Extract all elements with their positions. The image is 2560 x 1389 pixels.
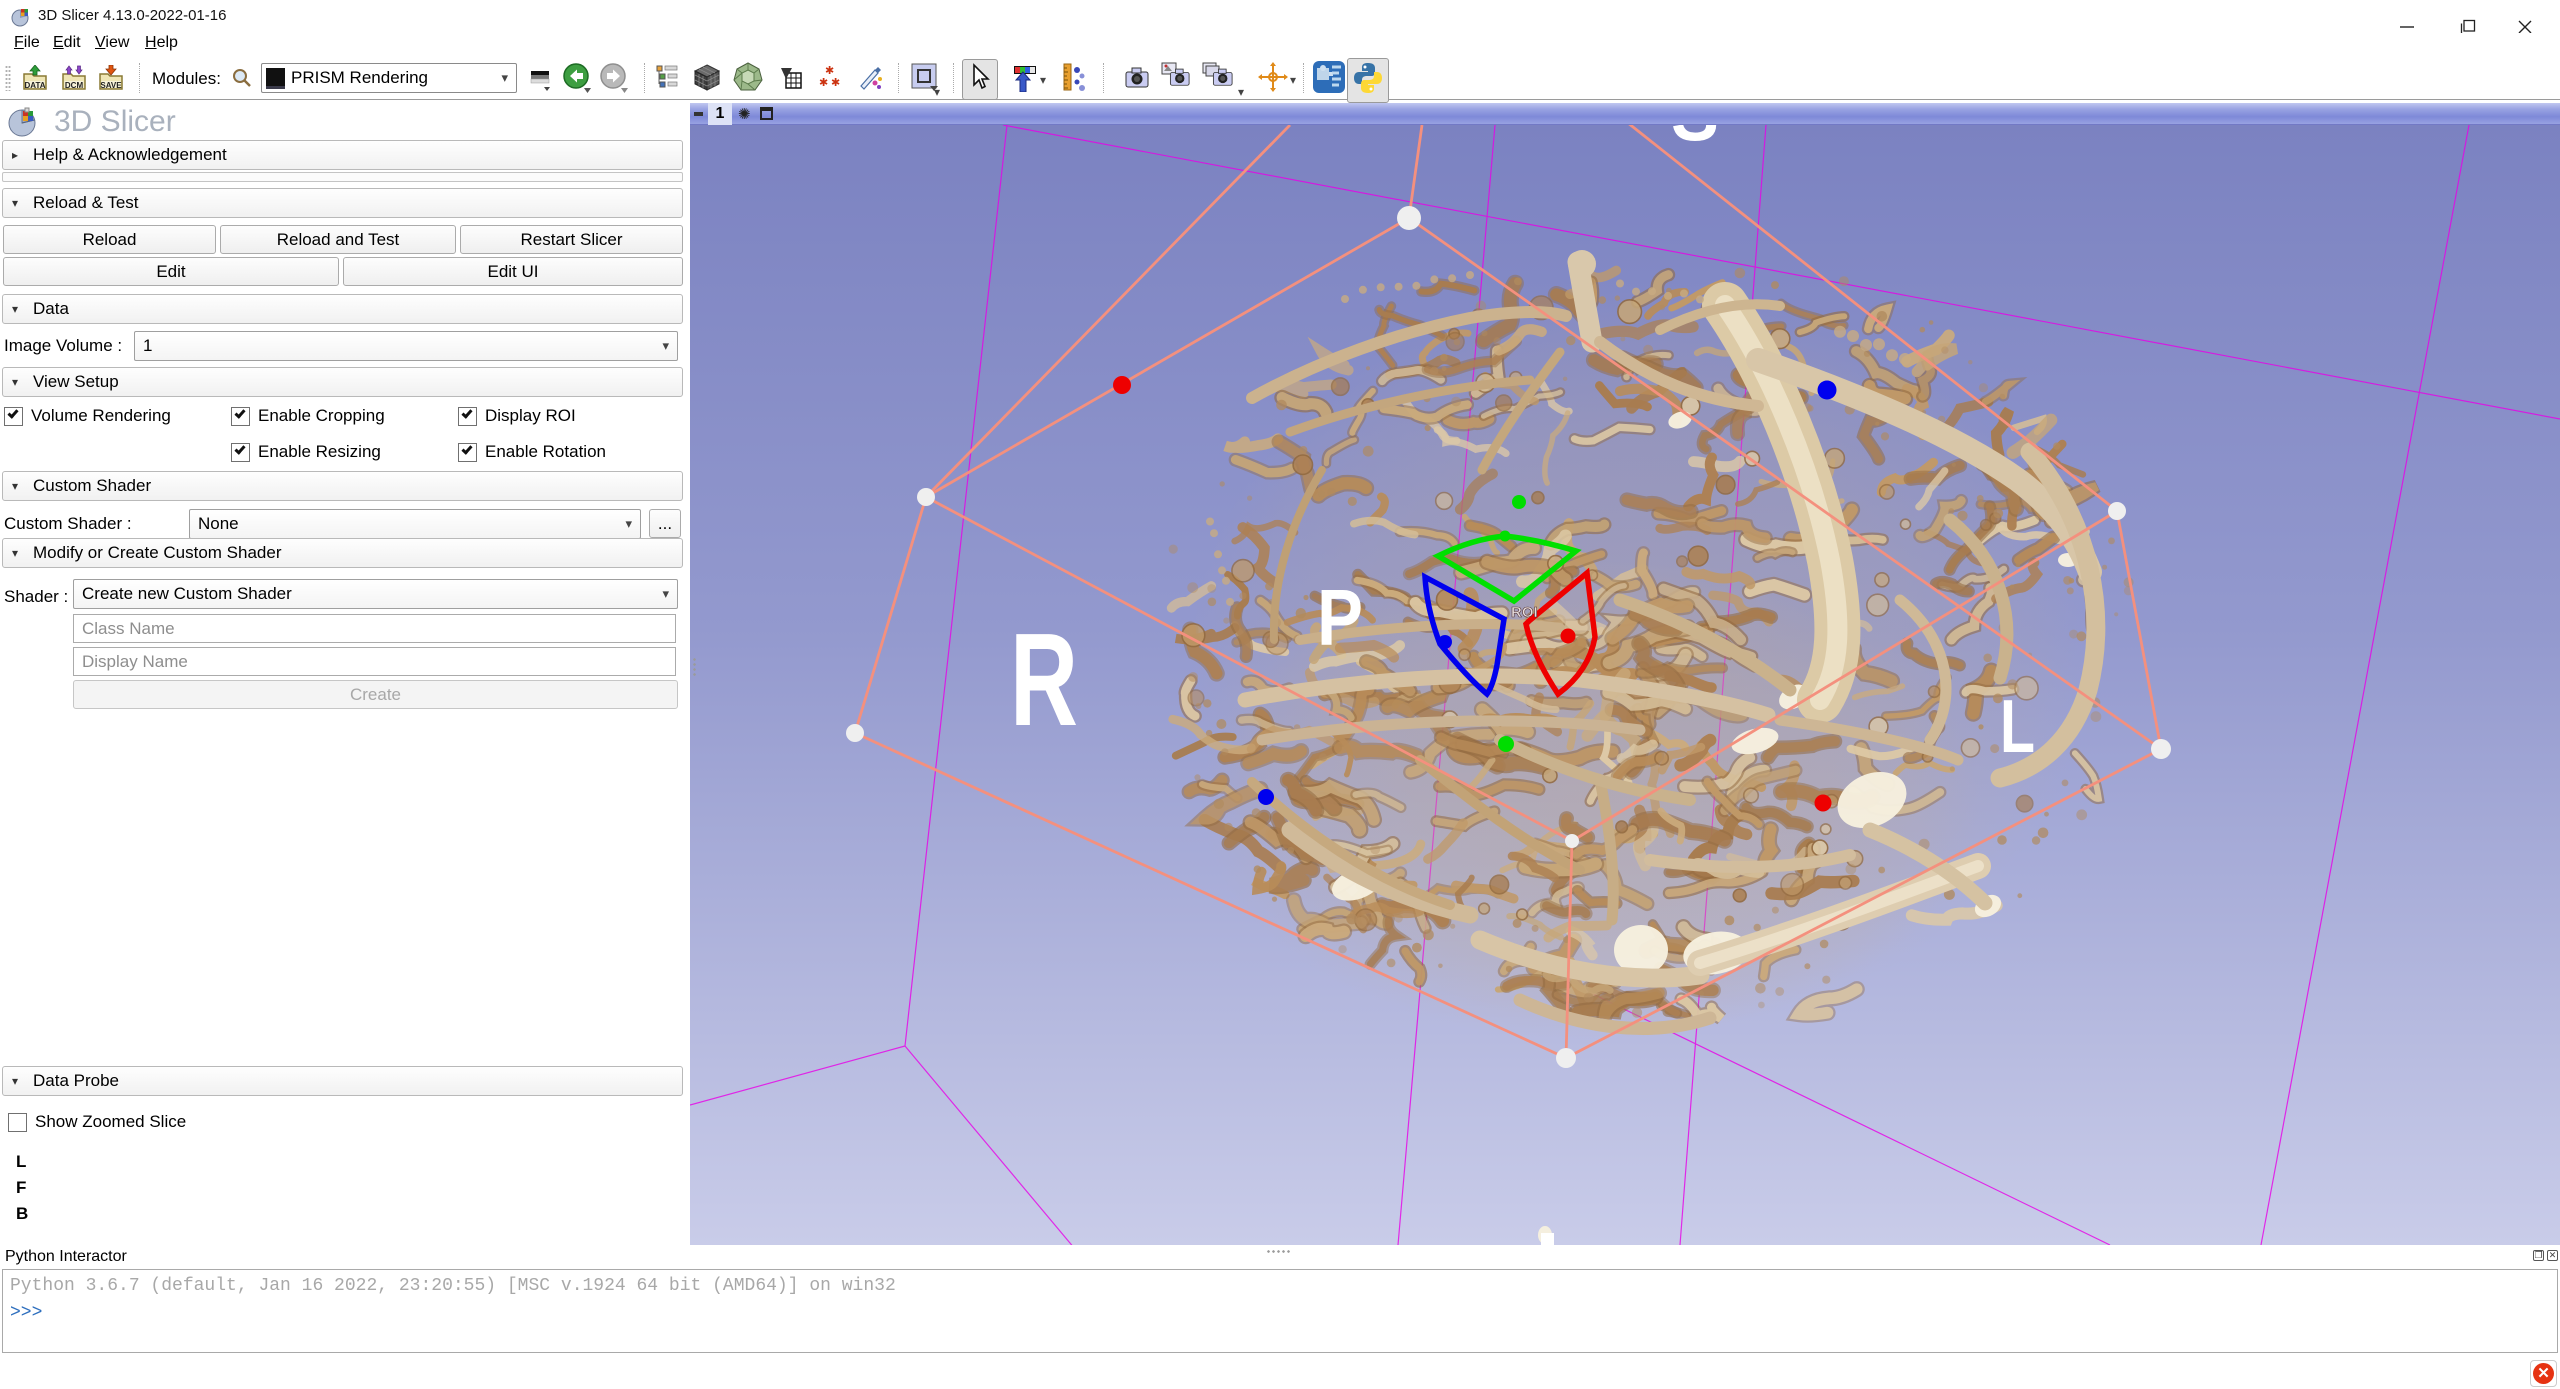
svg-text:P: P (1317, 573, 1363, 662)
svg-text:✱: ✱ (831, 77, 840, 89)
svg-text:✱: ✱ (825, 65, 834, 77)
svg-text:DCM: DCM (65, 81, 84, 90)
svg-text:L: L (2000, 684, 2035, 768)
svg-text:✱: ✱ (819, 77, 828, 89)
svg-text:SAVE: SAVE (100, 81, 122, 90)
svg-text:R: R (1010, 606, 1078, 753)
svg-text:DATA: DATA (24, 81, 45, 90)
svg-text:ROI: ROI (1511, 604, 1538, 621)
svg-text:S: S (1671, 125, 1719, 157)
